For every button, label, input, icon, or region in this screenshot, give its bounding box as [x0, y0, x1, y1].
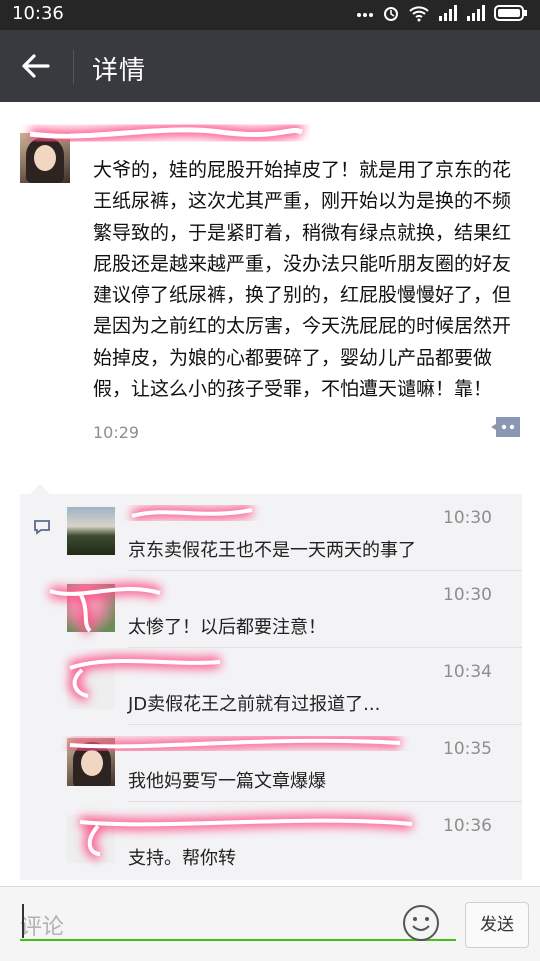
comment-action-button[interactable]	[490, 416, 522, 438]
comment-item[interactable]: 10:34 JD卖假花王之前就有过报道了...	[20, 648, 522, 725]
comments-panel-arrow	[30, 484, 50, 494]
commenter-avatar	[67, 815, 115, 863]
commenter-avatar	[67, 738, 115, 786]
comment-time: 10:36	[443, 816, 492, 836]
comment-bubble-icon	[491, 417, 520, 437]
post-time: 10:29	[93, 423, 140, 442]
comment-text: 京东卖假花王也不是一天两天的事了	[128, 540, 416, 561]
comment-text: JD卖假花王之前就有过报道了...	[128, 694, 381, 715]
comment-text: 太惨了！以后都要注意！	[128, 617, 326, 638]
comment-item[interactable]: 10:30 太惨了！以后都要注意！	[20, 571, 522, 648]
signal-icon	[439, 5, 457, 21]
page-title: 详情	[92, 56, 147, 86]
comment-item[interactable]: 10:35 我他妈要写一篇文章爆爆	[20, 725, 522, 802]
app-bar-divider	[73, 50, 74, 84]
comment-text: 我他妈要写一篇文章爆爆	[128, 771, 326, 792]
comment-time: 10:30	[443, 508, 492, 528]
emoji-button[interactable]	[402, 904, 440, 942]
commenter-avatar	[67, 661, 115, 709]
comment-time: 10:35	[443, 739, 492, 759]
comment-item[interactable]: 10:36 支持。帮你转	[20, 802, 522, 879]
app-bar: 详情	[0, 30, 540, 102]
commenter-avatar	[67, 507, 115, 555]
signal-icon	[467, 5, 485, 21]
text-caret	[22, 904, 24, 938]
commenter-avatar	[67, 584, 115, 632]
status-time: 10:36	[12, 3, 64, 24]
status-bar: 10:36	[0, 0, 540, 30]
comment-time: 10:34	[443, 662, 492, 682]
send-button[interactable]: 发送	[465, 902, 529, 948]
post-text: 大爷的，娃的屁股开始掉皮了！就是用了京东的花王纸尿裤，这次尤其严重，刚开始以为是…	[93, 159, 512, 401]
battery-icon	[494, 5, 527, 21]
comment-input[interactable]: 评论	[20, 901, 456, 941]
more-dots-icon	[357, 13, 373, 17]
comment-text: 支持。帮你转	[128, 848, 236, 869]
smiley-icon	[403, 905, 439, 941]
comment-input-bar: 评论	[0, 886, 540, 961]
wifi-icon	[409, 6, 429, 22]
arrow-left-icon	[22, 54, 50, 78]
back-button[interactable]	[14, 46, 58, 86]
comment-time: 10:30	[443, 585, 492, 605]
redacted-author-name	[29, 122, 306, 144]
alarm-icon	[384, 7, 398, 21]
comment-item[interactable]: 10:30 京东卖假花王也不是一天两天的事了	[20, 494, 522, 571]
